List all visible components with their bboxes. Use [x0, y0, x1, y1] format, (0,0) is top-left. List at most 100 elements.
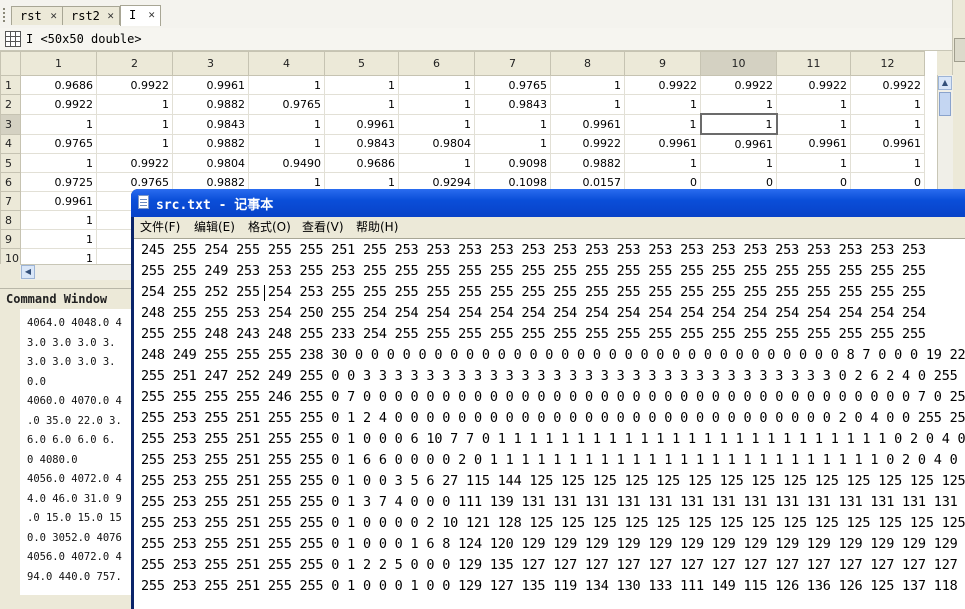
grid-cell[interactable]: 1	[850, 113, 925, 135]
grid-cell[interactable]: 1	[398, 153, 475, 173]
grid-cell[interactable]: 0.9686	[324, 153, 399, 173]
grid-cell[interactable]: 1	[20, 153, 97, 173]
grid-cell[interactable]: 0.9804	[172, 153, 249, 173]
notepad-window[interactable]: src.txt - 记事本 文件(F) 编辑(E) 格式(O) 查看(V) 帮助…	[131, 189, 965, 609]
column-header[interactable]: 1	[20, 51, 97, 76]
menu-edit[interactable]: 编辑(E)	[194, 217, 235, 237]
grid-cell[interactable]: 1	[474, 113, 551, 135]
row-header[interactable]: 4	[0, 133, 21, 154]
tab-rst2[interactable]: rst2 ✕	[62, 6, 120, 25]
grid-cell[interactable]: 0.9961	[324, 113, 399, 135]
grid-cell[interactable]: 1	[624, 153, 701, 173]
column-header[interactable]: 9	[624, 51, 701, 76]
column-header[interactable]: 8	[550, 51, 625, 76]
grid-cell[interactable]: 1	[96, 94, 173, 115]
tab-rst[interactable]: rst ✕	[11, 6, 63, 25]
grid-cell[interactable]: 0.9843	[474, 94, 551, 115]
menu-file[interactable]: 文件(F)	[140, 217, 180, 237]
grid-cell[interactable]: 1	[550, 94, 625, 115]
grid-cell[interactable]: 1	[474, 133, 551, 154]
grid-cell[interactable]: 0.9922	[776, 75, 851, 95]
text-area[interactable]: 245 255 254 255 255 255 251 255 253 253 …	[134, 238, 965, 609]
tab-I[interactable]: I ✕	[120, 5, 161, 26]
grid-cell[interactable]: 0.9098	[474, 153, 551, 173]
grid-cell[interactable]: 1	[850, 153, 925, 173]
column-header[interactable]: 7	[474, 51, 551, 76]
grid-cell[interactable]: 1	[398, 113, 475, 135]
grid-cell[interactable]: 1	[700, 94, 777, 115]
grid-corner[interactable]	[0, 51, 21, 76]
grid-cell[interactable]: 0.9922	[700, 75, 777, 95]
grid-cell[interactable]: 0.9922	[850, 75, 925, 95]
grid-cell[interactable]: 1	[96, 133, 173, 154]
grid-cell[interactable]: 1	[699, 113, 778, 135]
grid-cell[interactable]: 1	[248, 75, 325, 95]
grid-cell[interactable]: 1	[324, 94, 399, 115]
grid-cell[interactable]: 0.9961	[850, 133, 925, 154]
scroll-up-icon[interactable]: ▲	[938, 76, 952, 90]
row-header[interactable]: 8	[0, 210, 21, 230]
column-header[interactable]: 3	[172, 51, 249, 76]
grid-cell[interactable]: 0.9922	[20, 94, 97, 115]
grid-cell[interactable]: 0.9922	[550, 133, 625, 154]
grid-cell[interactable]: 0.9961	[20, 191, 97, 211]
menu-view[interactable]: 查看(V)	[302, 217, 344, 237]
row-header[interactable]: 1	[0, 75, 21, 95]
scroll-thumb[interactable]	[939, 92, 951, 116]
grid-cell[interactable]: 1	[248, 133, 325, 154]
column-header[interactable]: 5	[324, 51, 399, 76]
grid-cell[interactable]: 0.9922	[96, 153, 173, 173]
row-header[interactable]: 5	[0, 153, 21, 173]
grid-cell[interactable]: 0.9843	[324, 133, 399, 154]
grid-cell[interactable]: 1	[96, 113, 173, 135]
grid-cell[interactable]: 1	[624, 94, 701, 115]
notepad-titlebar[interactable]: src.txt - 记事本	[131, 189, 965, 217]
column-header[interactable]: 4	[248, 51, 325, 76]
scroll-left-icon[interactable]: ◀	[21, 265, 35, 279]
grid-cell[interactable]: 1	[324, 75, 399, 95]
close-icon[interactable]: ✕	[107, 7, 114, 25]
close-icon[interactable]: ✕	[50, 7, 57, 25]
grid-cell[interactable]: 0.9765	[20, 133, 97, 154]
column-header[interactable]: 2	[96, 51, 173, 76]
grid-cell[interactable]: 0.9961	[776, 133, 851, 154]
row-header[interactable]: 3	[0, 113, 21, 135]
grid-cell[interactable]: 0.9922	[624, 75, 701, 95]
column-header[interactable]: 10	[700, 51, 777, 76]
grid-cell[interactable]: 0.9686	[20, 75, 97, 95]
row-header[interactable]: 9	[0, 229, 21, 249]
grid-cell[interactable]: 1	[20, 113, 97, 135]
grid-cell[interactable]: 1	[20, 229, 97, 249]
grid-cell[interactable]: 0.9765	[248, 94, 325, 115]
grid-cell[interactable]: 0.9961	[700, 133, 777, 154]
grid-cell[interactable]: 0.9882	[172, 133, 249, 154]
row-header[interactable]: 6	[0, 172, 21, 192]
column-header[interactable]: 11	[776, 51, 851, 76]
grid-cell[interactable]: 1	[700, 153, 777, 173]
grid-cell[interactable]: 1	[398, 94, 475, 115]
grid-cell[interactable]: 0.9765	[474, 75, 551, 95]
column-header[interactable]: 6	[398, 51, 475, 76]
grid-cell[interactable]: 0.9961	[550, 113, 625, 135]
grid-cell[interactable]: 1	[776, 153, 851, 173]
grid-cell[interactable]: 0.9961	[172, 75, 249, 95]
grid-cell[interactable]: 1	[624, 113, 701, 135]
grid-cell[interactable]: 0.9804	[398, 133, 475, 154]
row-header[interactable]: 2	[0, 94, 21, 115]
grid-cell[interactable]: 1	[776, 94, 851, 115]
grid-cell[interactable]: 0.9843	[172, 113, 249, 135]
close-icon[interactable]: ✕	[148, 6, 155, 24]
grid-cell[interactable]: 0.9882	[172, 94, 249, 115]
grid-cell[interactable]: 1	[550, 75, 625, 95]
grid-cell[interactable]: 1	[20, 210, 97, 230]
menu-help[interactable]: 帮助(H)	[356, 217, 398, 237]
command-window[interactable]: 4064.0 4048.0 4 3.0 3.0 3.0 3. 3.0 3.0 3.0…	[0, 309, 132, 595]
grid-cell[interactable]: 1	[776, 113, 851, 135]
scroll-thumb[interactable]	[954, 38, 965, 62]
grid-cell[interactable]: 0.9725	[20, 172, 97, 192]
drag-grip[interactable]	[3, 8, 9, 22]
menu-format[interactable]: 格式(O)	[248, 217, 291, 237]
row-header[interactable]: 7	[0, 191, 21, 211]
grid-cell[interactable]: 0.9922	[96, 75, 173, 95]
grid-cell[interactable]: 0.9961	[624, 133, 701, 154]
